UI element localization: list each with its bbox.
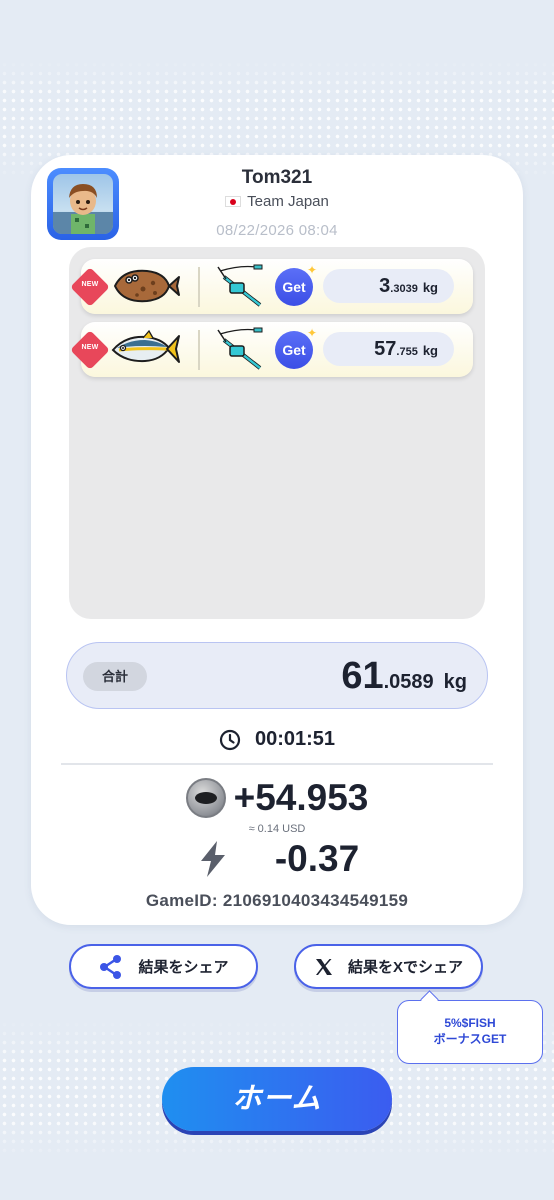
- get-badge-label: Get: [282, 342, 306, 358]
- row-divider: [198, 267, 200, 307]
- share-on-x-label: 結果をXでシェア: [347, 959, 463, 976]
- reward-usd: ≈ 0.14 USD: [248, 823, 306, 835]
- timestamp: 08/22/2026 08:04: [216, 222, 338, 239]
- get-badge: Get ✦: [275, 264, 317, 306]
- bonus-tooltip-line2: ボーナスGET: [433, 1032, 507, 1046]
- catch-row[interactable]: NEW Get ✦ 57.755 kg: [70, 322, 473, 377]
- japan-flag-icon: [225, 196, 242, 207]
- reward-value: +54.953: [233, 777, 369, 818]
- weight-unit: kg: [422, 343, 438, 358]
- catch-weight: 3.3039 kg: [323, 269, 454, 303]
- catch-list: NEW Get ✦ 3.3039 kg NEW Get ✦ 57.755 kg: [69, 247, 485, 619]
- total-label: 合計: [83, 662, 147, 691]
- weight-integer: 3: [379, 275, 391, 297]
- total-unit: kg: [443, 671, 467, 693]
- row-divider: [198, 330, 200, 370]
- share-on-x-button[interactable]: 結果をXでシェア: [294, 944, 483, 989]
- sparkle-icon: ✦: [306, 326, 317, 340]
- lightning-icon: [200, 841, 225, 877]
- team-info: Team Japan: [31, 193, 523, 210]
- get-badge-label: Get: [282, 279, 306, 295]
- fishing-rod-icon: [217, 327, 263, 370]
- result-card: Tom321 Team Japan 08/22/2026 08:04 NEW G…: [31, 155, 523, 925]
- weight-decimal: .755: [396, 346, 418, 358]
- energy-change: -0.37: [31, 838, 523, 880]
- home-button[interactable]: ホーム: [162, 1067, 392, 1131]
- elapsed-time: 00:01:51: [31, 728, 523, 751]
- total-decimal: .0589: [383, 671, 434, 693]
- team-name: Team Japan: [247, 193, 329, 210]
- elapsed-time-value: 00:01:51: [254, 728, 336, 750]
- yellowtail-icon: [111, 329, 180, 363]
- new-badge-label: NEW: [81, 281, 99, 288]
- divider: [61, 763, 493, 765]
- weight-decimal: .3039: [390, 283, 418, 295]
- energy-value: -0.37: [274, 838, 360, 879]
- share-result-button[interactable]: 結果をシェア: [69, 944, 258, 989]
- weight-unit: kg: [422, 280, 438, 295]
- catch-weight: 57.755 kg: [323, 332, 454, 366]
- total-value: 61.0589 kg: [341, 653, 467, 707]
- weight-integer: 57: [374, 338, 397, 360]
- bonus-tooltip-line1: 5%$FISH: [444, 1016, 496, 1030]
- fishing-rod-icon: [217, 264, 263, 307]
- share-icon: [100, 954, 122, 979]
- catch-row[interactable]: NEW Get ✦ 3.3039 kg: [70, 259, 473, 314]
- x-logo-icon: [315, 958, 332, 975]
- flounder-icon: [113, 269, 180, 303]
- total-integer: 61: [341, 655, 384, 697]
- home-button-label: ホーム: [232, 1083, 322, 1115]
- game-id: GameID: 2106910403434549159: [145, 891, 409, 910]
- total-weight-box: 合計 61.0589 kg: [66, 642, 488, 709]
- get-badge: Get ✦: [275, 327, 317, 369]
- fish-token-reward: +54.953: [31, 777, 523, 819]
- player-name: Tom321: [241, 167, 313, 188]
- sparkle-icon: ✦: [306, 263, 317, 277]
- share-result-label: 結果をシェア: [138, 959, 229, 976]
- fish-token-icon: [185, 778, 226, 818]
- clock-icon: [219, 729, 241, 750]
- bonus-tooltip: 5%$FISH ボーナスGET: [397, 1000, 543, 1064]
- new-badge-label: NEW: [81, 344, 99, 351]
